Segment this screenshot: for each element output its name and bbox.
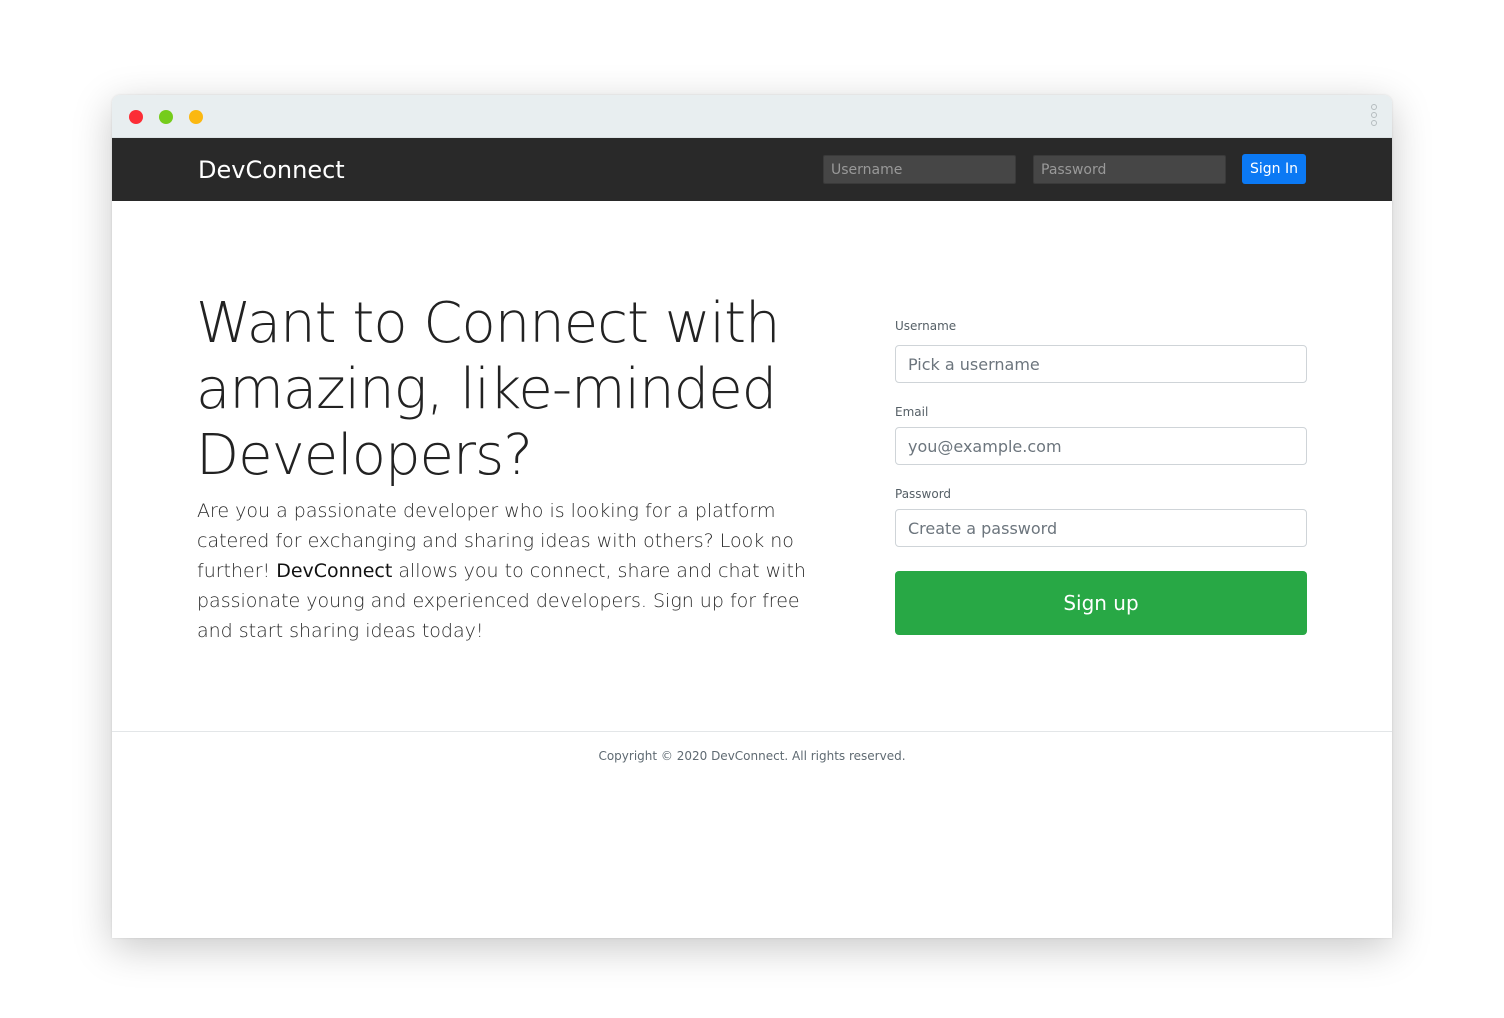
password-label: Password	[895, 487, 952, 501]
sign-in-button[interactable]: Sign In	[1242, 154, 1306, 184]
signup-password-input[interactable]	[895, 509, 1307, 547]
navbar-password-input[interactable]	[1033, 155, 1226, 184]
close-window-icon[interactable]	[129, 110, 143, 124]
hero-title: Want to Connect with amazing, like-minde…	[196, 291, 781, 488]
footer-divider	[112, 731, 1392, 732]
minimize-window-icon[interactable]	[189, 110, 203, 124]
browser-window: DevConnect Sign In Want to Connect with …	[112, 95, 1392, 938]
signup-email-input[interactable]	[895, 427, 1307, 465]
hero-description: Are you a passionate developer who is lo…	[197, 496, 837, 646]
window-titlebar	[112, 95, 1392, 138]
navbar-username-input[interactable]	[823, 155, 1016, 184]
screenshot-stage: DevConnect Sign In Want to Connect with …	[0, 0, 1504, 1018]
email-label: Email	[895, 405, 929, 419]
sign-up-button[interactable]: Sign up	[895, 571, 1307, 635]
brand-logo[interactable]: DevConnect	[198, 156, 345, 184]
maximize-window-icon[interactable]	[159, 110, 173, 124]
hero-text-brand: DevConnect	[276, 560, 393, 582]
signup-username-input[interactable]	[895, 345, 1307, 383]
username-label: Username	[895, 319, 957, 333]
top-navbar: DevConnect Sign In	[112, 138, 1392, 201]
more-options-icon[interactable]	[1370, 104, 1378, 130]
footer-copyright: Copyright © 2020 DevConnect. All rights …	[598, 749, 906, 763]
